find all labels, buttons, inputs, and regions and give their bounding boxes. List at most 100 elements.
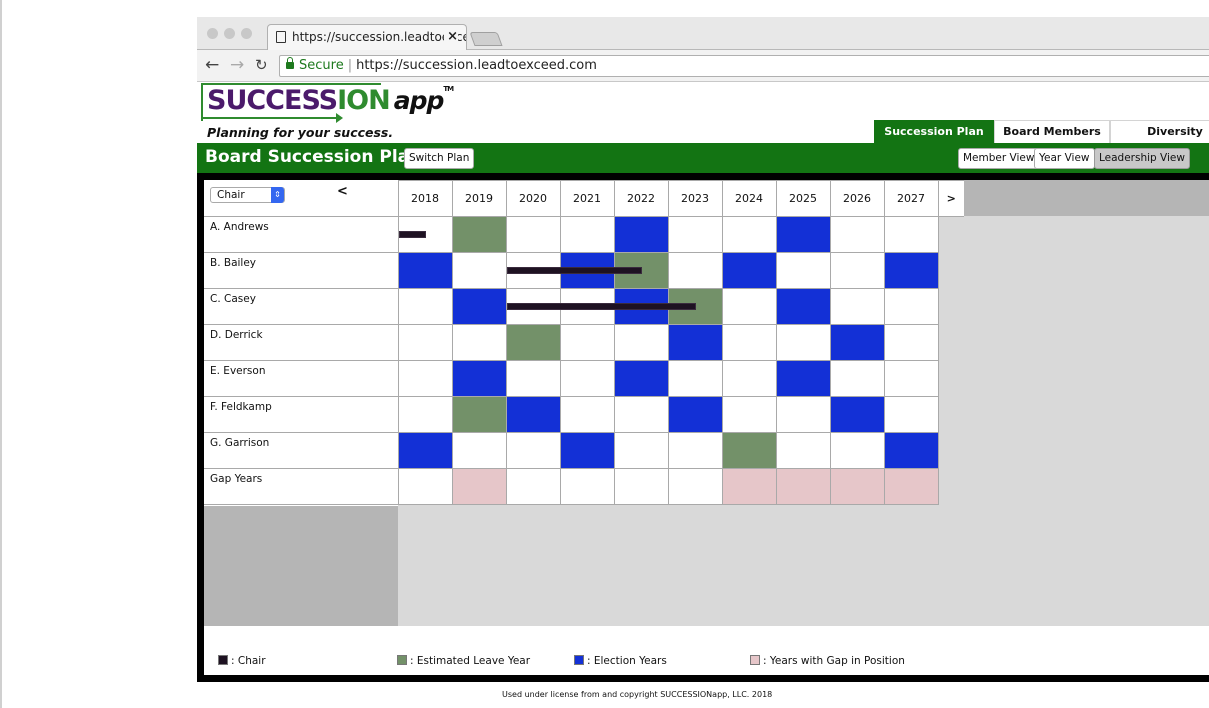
cell-leave[interactable] bbox=[451, 396, 507, 433]
year-header-2018[interactable]: 2018 bbox=[397, 180, 453, 217]
cell-empty[interactable] bbox=[721, 324, 777, 361]
cell-empty[interactable] bbox=[775, 432, 831, 469]
minimize-window-button[interactable] bbox=[224, 28, 235, 39]
back-arrow-icon[interactable]: ← bbox=[205, 55, 219, 75]
year-header-2021[interactable]: 2021 bbox=[559, 180, 615, 217]
cell-leave[interactable] bbox=[451, 216, 507, 253]
cell-election[interactable] bbox=[883, 432, 939, 469]
cell-empty[interactable] bbox=[829, 288, 885, 325]
cell-leave[interactable] bbox=[721, 432, 777, 469]
cell-empty[interactable] bbox=[775, 396, 831, 433]
cell-leave[interactable] bbox=[505, 324, 561, 361]
cell-empty[interactable] bbox=[829, 432, 885, 469]
member-name[interactable]: Gap Years bbox=[204, 468, 399, 505]
cell-empty[interactable] bbox=[559, 216, 615, 253]
cell-empty[interactable] bbox=[505, 432, 561, 469]
cell-election[interactable] bbox=[559, 432, 615, 469]
switch-plan-button[interactable]: Switch Plan bbox=[404, 148, 475, 169]
year-header-2025[interactable]: 2025 bbox=[775, 180, 831, 217]
cell-empty[interactable] bbox=[721, 396, 777, 433]
cell-election[interactable] bbox=[829, 324, 885, 361]
year-header-2024[interactable]: 2024 bbox=[721, 180, 777, 217]
cell-election[interactable] bbox=[721, 252, 777, 289]
member-name[interactable]: E. Everson bbox=[204, 360, 399, 397]
cell-empty[interactable] bbox=[829, 216, 885, 253]
cell-empty[interactable] bbox=[829, 360, 885, 397]
cell-empty[interactable] bbox=[505, 216, 561, 253]
cell-empty[interactable] bbox=[559, 396, 615, 433]
app-logo[interactable]: SUCCESSION appTM bbox=[207, 85, 454, 116]
member-name[interactable]: B. Bailey bbox=[204, 252, 399, 289]
cell-empty[interactable] bbox=[451, 324, 507, 361]
forward-arrow-icon[interactable]: → bbox=[230, 55, 244, 75]
cell-empty[interactable] bbox=[613, 432, 669, 469]
cell-empty[interactable] bbox=[883, 360, 939, 397]
cell-empty[interactable] bbox=[667, 216, 723, 253]
cell-empty[interactable] bbox=[397, 288, 696, 325]
member-name[interactable]: G. Garrison bbox=[204, 432, 399, 469]
cell-empty[interactable] bbox=[451, 252, 507, 289]
cell-election[interactable] bbox=[883, 252, 939, 289]
cell-empty[interactable] bbox=[397, 360, 453, 397]
url-input[interactable]: Secure | https://succession.leadtoexceed.c… bbox=[279, 55, 1209, 77]
cell-gap[interactable] bbox=[721, 468, 777, 505]
maximize-window-button[interactable] bbox=[241, 28, 252, 39]
cell-empty[interactable] bbox=[559, 360, 615, 397]
member-name[interactable]: C. Casey bbox=[204, 288, 399, 325]
cell-election[interactable] bbox=[451, 360, 507, 397]
close-window-button[interactable] bbox=[207, 28, 218, 39]
cell-empty[interactable] bbox=[559, 324, 615, 361]
cell-gap[interactable] bbox=[829, 468, 885, 505]
cell-election[interactable] bbox=[667, 324, 723, 361]
cell-empty[interactable] bbox=[667, 468, 723, 505]
member-view-button[interactable]: Member View bbox=[958, 148, 1040, 169]
cell-empty[interactable] bbox=[397, 396, 453, 433]
cell-empty[interactable] bbox=[613, 396, 669, 433]
year-header-2026[interactable]: 2026 bbox=[829, 180, 885, 217]
cell-empty[interactable] bbox=[721, 288, 777, 325]
cell-gap[interactable] bbox=[775, 468, 831, 505]
cell-empty[interactable] bbox=[829, 252, 885, 289]
cell-election[interactable] bbox=[397, 252, 642, 289]
year-header-2022[interactable]: 2022 bbox=[613, 180, 669, 217]
leadership-view-button[interactable]: Leadership View bbox=[1094, 148, 1190, 169]
cell-election[interactable] bbox=[505, 396, 561, 433]
close-tab-icon[interactable]: × bbox=[444, 25, 458, 49]
cell-empty[interactable] bbox=[667, 360, 723, 397]
cell-empty[interactable] bbox=[883, 216, 939, 253]
cell-election[interactable] bbox=[775, 216, 831, 253]
cell-empty[interactable] bbox=[667, 432, 723, 469]
new-tab-button[interactable] bbox=[469, 32, 503, 46]
tab-diversity[interactable]: Diversity bbox=[1110, 120, 1209, 143]
cell-election[interactable] bbox=[775, 288, 831, 325]
cell-election[interactable] bbox=[613, 216, 669, 253]
cell-empty[interactable] bbox=[775, 324, 831, 361]
cell-empty[interactable] bbox=[397, 468, 453, 505]
cell-empty[interactable] bbox=[883, 324, 939, 361]
year-header-2019[interactable]: 2019 bbox=[451, 180, 507, 217]
cell-empty[interactable] bbox=[721, 216, 777, 253]
cell-election[interactable] bbox=[397, 432, 453, 469]
cell-election[interactable] bbox=[451, 288, 507, 325]
cell-empty[interactable] bbox=[559, 468, 615, 505]
year-view-button[interactable]: Year View bbox=[1034, 148, 1095, 169]
year-header-2027[interactable]: 2027 bbox=[883, 180, 939, 217]
year-header-2020[interactable]: 2020 bbox=[505, 180, 561, 217]
next-years-button[interactable]: > bbox=[937, 180, 964, 217]
cell-gap[interactable] bbox=[883, 468, 939, 505]
position-select[interactable]: Chair ⇕ bbox=[210, 186, 285, 203]
member-name[interactable]: D. Derrick bbox=[204, 324, 399, 361]
cell-election[interactable] bbox=[667, 396, 723, 433]
cell-empty[interactable] bbox=[883, 396, 939, 433]
cell-empty[interactable] bbox=[721, 360, 777, 397]
year-header-2023[interactable]: 2023 bbox=[667, 180, 723, 217]
cell-empty[interactable] bbox=[667, 252, 723, 289]
cell-empty[interactable] bbox=[397, 216, 453, 253]
tab-board-members[interactable]: Board Members bbox=[994, 120, 1110, 143]
cell-empty[interactable] bbox=[397, 324, 453, 361]
cell-election[interactable] bbox=[829, 396, 885, 433]
tab-succession-plan[interactable]: Succession Plan bbox=[874, 120, 994, 143]
cell-empty[interactable] bbox=[775, 252, 831, 289]
previous-years-button[interactable]: < bbox=[337, 184, 348, 199]
cell-empty[interactable] bbox=[451, 432, 507, 469]
